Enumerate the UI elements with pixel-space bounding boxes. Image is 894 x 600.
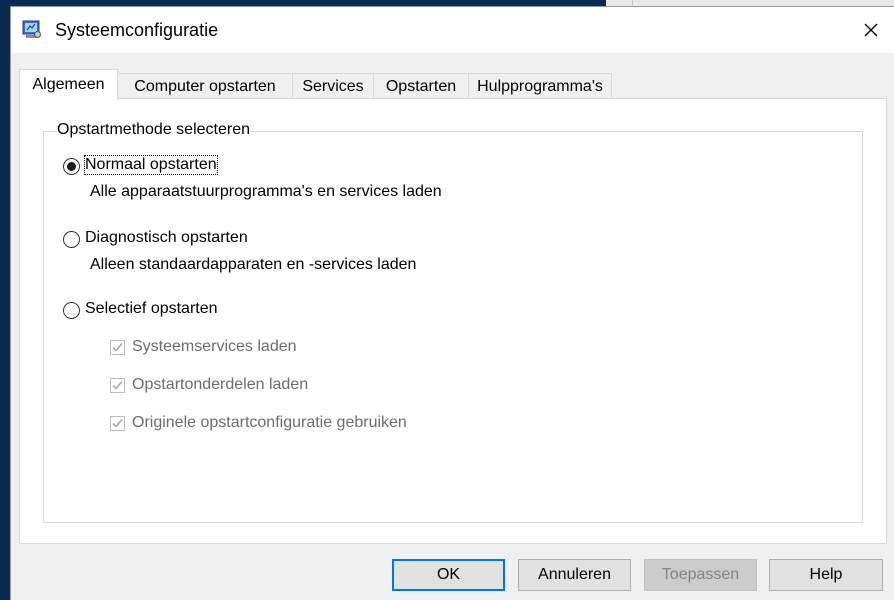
checkbox-original-config xyxy=(110,416,125,431)
close-icon xyxy=(864,23,878,37)
apply-button: Toepassen xyxy=(644,559,757,591)
radio-selective-startup[interactable] xyxy=(63,302,80,319)
radio-label-selective[interactable]: Selectief opstarten xyxy=(85,300,218,318)
tab-opstarten[interactable]: Opstarten xyxy=(373,73,469,99)
checkmark-icon xyxy=(112,419,123,428)
tab-hulpprogrammas[interactable]: Hulpprogramma's xyxy=(468,73,612,99)
help-button[interactable]: Help xyxy=(769,559,883,591)
radio-normal-startup[interactable] xyxy=(63,158,80,175)
ok-button[interactable]: OK xyxy=(392,559,505,591)
checkbox-label-original-config: Originele opstartconfiguratie gebruiken xyxy=(132,414,407,431)
title-bar[interactable]: Systeemconfiguratie xyxy=(11,7,894,53)
tab-algemeen[interactable]: Algemeen xyxy=(19,69,118,100)
checkbox-label-startup-items: Opstartonderdelen laden xyxy=(132,376,309,393)
checkmark-icon xyxy=(112,381,123,390)
radio-selected-dot xyxy=(67,162,76,171)
tab-services[interactable]: Services xyxy=(292,73,374,99)
radio-label-normal[interactable]: Normaal opstarten xyxy=(84,155,218,175)
dialog-window: Systeemconfiguratie Algemeen Computer op… xyxy=(10,6,894,600)
radio-label-diagnostic[interactable]: Diagnostisch opstarten xyxy=(85,229,248,247)
window-title: Systeemconfiguratie xyxy=(55,20,219,40)
startup-method-group: Opstartmethode selecteren Normaal opstar… xyxy=(43,121,863,523)
desc-normal: Alle apparaatstuurprogramma's en service… xyxy=(90,183,442,200)
close-button[interactable] xyxy=(848,7,894,53)
group-label: Opstartmethode selecteren xyxy=(55,121,252,139)
desc-diagnostic: Alleen standaardapparaten en -services l… xyxy=(90,256,417,273)
checkmark-icon xyxy=(112,343,123,352)
checkbox-system-services xyxy=(110,340,125,355)
tab-computer-opstarten[interactable]: Computer opstarten xyxy=(117,73,293,99)
system-config-icon xyxy=(22,20,41,38)
checkbox-startup-items xyxy=(110,378,125,393)
radio-diagnostic-startup[interactable] xyxy=(63,231,80,248)
tab-panel-algemeen: Opstartmethode selecteren Normaal opstar… xyxy=(19,98,887,544)
cancel-button[interactable]: Annuleren xyxy=(518,559,631,591)
checkbox-label-system-services: Systeemservices laden xyxy=(132,338,297,355)
